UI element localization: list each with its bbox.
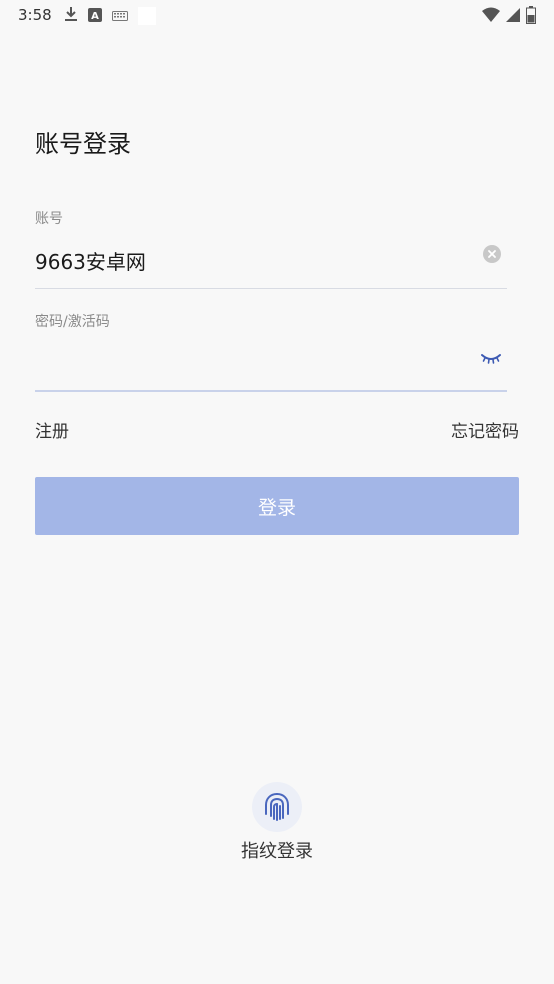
wifi-icon: [482, 7, 500, 27]
page-title: 账号登录: [35, 130, 131, 158]
password-label: 密码/激活码: [35, 314, 110, 330]
eye-closed-icon: [481, 354, 501, 364]
password-field-row: [35, 337, 507, 392]
forgot-password-link[interactable]: 忘记密码: [451, 417, 519, 442]
status-time: 3:58: [18, 6, 52, 24]
fingerprint-login-button[interactable]: [252, 782, 302, 832]
svg-text:A: A: [91, 11, 99, 22]
a-box-icon: A: [88, 7, 102, 26]
clear-account-button[interactable]: [483, 245, 501, 263]
fingerprint-icon: [265, 793, 289, 821]
battery-icon: [526, 6, 536, 28]
account-label: 账号: [35, 211, 63, 227]
toggle-password-visibility-button[interactable]: [481, 351, 501, 365]
download-icon: [64, 6, 78, 26]
login-button[interactable]: 登录: [35, 477, 519, 535]
status-icons-right: [482, 6, 536, 28]
account-input[interactable]: [35, 240, 455, 280]
clear-icon: [488, 250, 496, 258]
password-input[interactable]: [35, 343, 455, 383]
signal-icon: [506, 7, 520, 27]
notification-placeholder-icon: [138, 7, 156, 25]
status-icons-left: A: [64, 6, 156, 26]
register-link[interactable]: 注册: [35, 417, 69, 442]
keyboard-icon: [112, 7, 128, 26]
fingerprint-login-label[interactable]: 指纹登录: [0, 837, 554, 863]
account-field-row: [35, 234, 507, 289]
status-bar: 3:58 A: [0, 0, 554, 32]
